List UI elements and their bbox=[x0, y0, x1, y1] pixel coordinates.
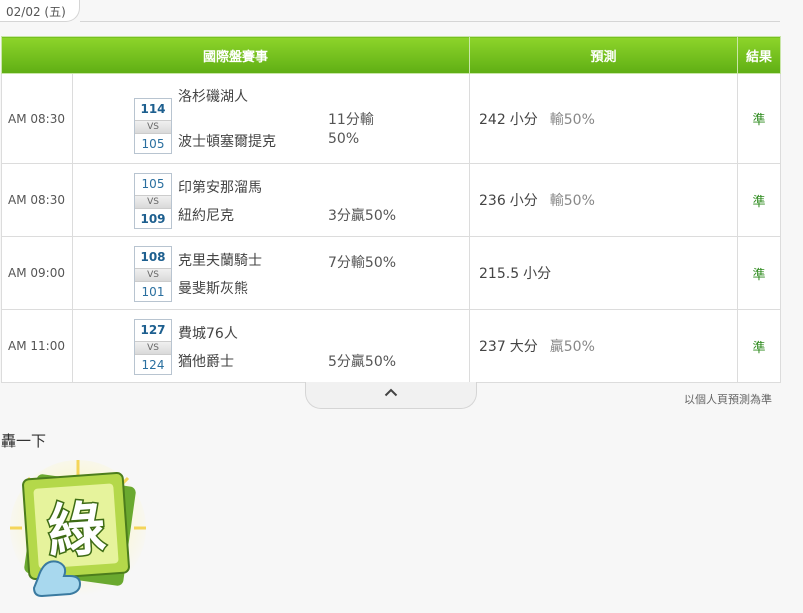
score-top: 114 bbox=[140, 102, 166, 116]
game-time: AM 08:30 bbox=[1, 73, 73, 164]
total-unit: 小分 bbox=[523, 266, 552, 282]
date-tab[interactable]: 02/02 (五) bbox=[0, 0, 80, 22]
total-unit: 小分 bbox=[509, 111, 538, 128]
header-game: 國際盤賽事 bbox=[0, 36, 471, 74]
score-bottom: 109 bbox=[140, 212, 166, 226]
team-bottom[interactable]: 波士頓塞爾提克 bbox=[178, 131, 276, 151]
predictions-table: 國際盤賽事 預測 結果 AM 08:30 114 VS 105 洛杉磯湖人 波士… bbox=[0, 36, 782, 383]
game-time: AM 11:00 bbox=[1, 309, 73, 383]
game-time: AM 08:30 bbox=[1, 163, 73, 237]
header-prediction: 預測 bbox=[469, 36, 739, 74]
result-status: 準 bbox=[737, 73, 782, 164]
total-odds: 贏50% bbox=[549, 339, 595, 355]
matchup-cell: 127 VS 124 費城76人 猶他爵士 5分贏50% bbox=[71, 309, 471, 383]
date-tab-label: 02/02 (五) bbox=[6, 5, 66, 19]
score-top: 105 bbox=[141, 177, 165, 191]
prediction-cell: 215.5 小分 bbox=[469, 236, 739, 310]
tab-divider bbox=[80, 21, 780, 22]
collapse-button[interactable] bbox=[305, 382, 477, 409]
vs-label: VS bbox=[135, 120, 171, 134]
prediction-cell: 236 小分 輸50% bbox=[469, 163, 739, 237]
result-status: 準 bbox=[737, 163, 782, 237]
header-result: 結果 bbox=[737, 36, 782, 74]
matchup-cell: 114 VS 105 洛杉磯湖人 波士頓塞爾提克 11分輸 50% bbox=[71, 73, 471, 164]
total-value: 242 bbox=[479, 111, 506, 128]
chevron-up-icon bbox=[384, 388, 398, 397]
spread-line-2: 50% bbox=[328, 131, 360, 147]
total-unit: 大分 bbox=[509, 339, 538, 355]
spread-line-1: 11分輸 bbox=[328, 112, 374, 128]
score-top: 127 bbox=[140, 323, 166, 337]
score-box: 108 VS 101 bbox=[134, 246, 172, 302]
total-unit: 小分 bbox=[509, 193, 538, 209]
green-badge[interactable]: 綠 bbox=[8, 458, 148, 612]
game-time: AM 09:00 bbox=[1, 236, 73, 310]
hong-title: 轟一下 bbox=[1, 432, 47, 450]
spread-line-2: 3分贏50% bbox=[328, 208, 397, 224]
score-box: 105 VS 109 bbox=[134, 173, 172, 229]
score-bottom: 124 bbox=[141, 358, 165, 372]
matchup-cell: 105 VS 109 印第安那溜馬 紐約尼克 3分贏50% bbox=[71, 163, 471, 237]
result-status: 準 bbox=[737, 309, 782, 383]
total-odds: 輸50% bbox=[549, 111, 595, 128]
total-value: 236 bbox=[479, 193, 506, 209]
team-top[interactable]: 克里夫蘭騎士 bbox=[178, 250, 262, 270]
footnote: 以個人頁預測為準 bbox=[684, 393, 772, 406]
prediction-cell: 242 小分 輸50% bbox=[469, 73, 739, 164]
badge-char: 綠 bbox=[45, 494, 108, 566]
team-top[interactable]: 洛杉磯湖人 bbox=[178, 86, 248, 106]
total-value: 237 bbox=[479, 339, 506, 355]
spread-line-2: 5分贏50% bbox=[328, 354, 397, 370]
table-row: AM 08:30 105 VS 109 印第安那溜馬 紐約尼克 3分贏50% 2… bbox=[1, 163, 782, 237]
team-bottom[interactable]: 猶他爵士 bbox=[178, 351, 234, 371]
vs-label: VS bbox=[135, 195, 171, 209]
vs-label: VS bbox=[135, 268, 171, 282]
table-row: AM 11:00 127 VS 124 費城76人 猶他爵士 5分贏50% 23… bbox=[1, 309, 782, 383]
score-box: 127 VS 124 bbox=[134, 319, 172, 375]
team-top[interactable]: 印第安那溜馬 bbox=[178, 177, 262, 197]
team-top[interactable]: 費城76人 bbox=[178, 323, 238, 343]
team-bottom[interactable]: 紐約尼克 bbox=[178, 205, 234, 225]
score-box: 114 VS 105 bbox=[134, 98, 172, 154]
green-card-thumb-icon: 綠 bbox=[10, 460, 146, 598]
score-top: 108 bbox=[140, 250, 166, 264]
matchup-cell: 108 VS 101 克里夫蘭騎士 曼斐斯灰熊 7分輸50% bbox=[71, 236, 471, 310]
table-row: AM 09:00 108 VS 101 克里夫蘭騎士 曼斐斯灰熊 7分輸50% … bbox=[1, 236, 782, 310]
table-row: AM 08:30 114 VS 105 洛杉磯湖人 波士頓塞爾提克 11分輸 5… bbox=[1, 73, 782, 164]
vs-label: VS bbox=[135, 341, 171, 355]
prediction-cell: 237 大分 贏50% bbox=[469, 309, 739, 383]
team-bottom[interactable]: 曼斐斯灰熊 bbox=[178, 278, 248, 298]
table-header-row: 國際盤賽事 預測 結果 bbox=[0, 36, 782, 74]
total-odds: 輸50% bbox=[549, 193, 595, 209]
score-bottom: 105 bbox=[141, 137, 165, 151]
total-value: 215.5 bbox=[479, 266, 520, 282]
spread-line-1: 7分輸50% bbox=[328, 255, 397, 271]
result-status: 準 bbox=[737, 236, 782, 310]
score-bottom: 101 bbox=[141, 285, 165, 299]
